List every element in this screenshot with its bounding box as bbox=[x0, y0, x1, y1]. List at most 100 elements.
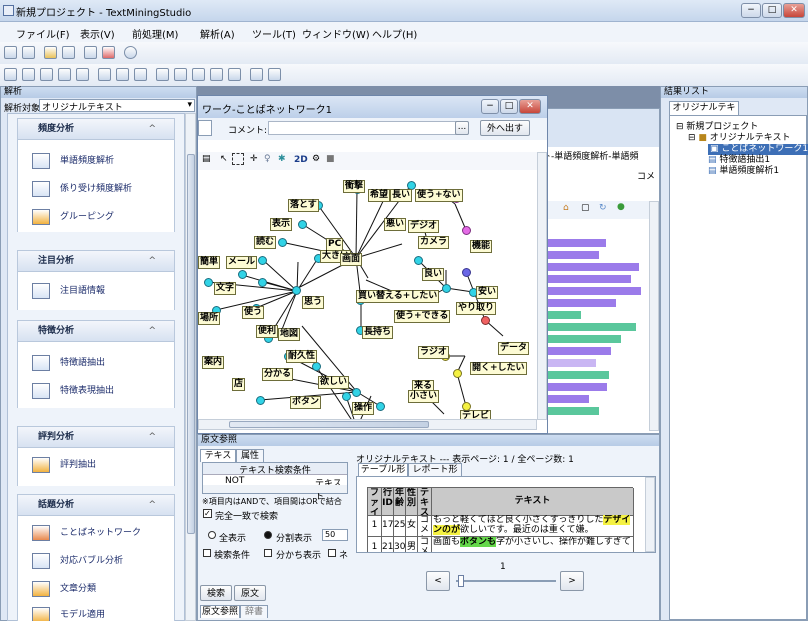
network-h-thumb[interactable] bbox=[229, 421, 429, 428]
collapse-icon[interactable]: ^ bbox=[148, 321, 156, 341]
home-icon[interactable]: ⌂ bbox=[563, 203, 569, 213]
network-node[interactable] bbox=[292, 286, 301, 295]
tool10-icon[interactable] bbox=[174, 68, 187, 81]
text-table-scrollbar[interactable] bbox=[645, 477, 655, 552]
tool9-icon[interactable] bbox=[156, 68, 169, 81]
exact-match-checkbox[interactable]: ✓ bbox=[203, 509, 212, 518]
import-icon[interactable] bbox=[62, 46, 75, 59]
group-frequency[interactable]: 頻度分析 ^ bbox=[17, 118, 175, 140]
network-v-scrollbar[interactable] bbox=[537, 152, 547, 420]
network-node[interactable] bbox=[481, 316, 490, 325]
network-node[interactable] bbox=[204, 278, 213, 287]
comment-more-button[interactable]: ... bbox=[455, 121, 469, 135]
stop-icon[interactable]: ■ bbox=[326, 154, 335, 164]
prev-page-button[interactable]: < bbox=[426, 571, 450, 591]
menu-preprocess[interactable]: 前処理(M) bbox=[132, 26, 178, 41]
tree-root[interactable]: ⊟ 新規プロジェクト bbox=[676, 122, 758, 133]
network-node[interactable] bbox=[342, 392, 351, 401]
network-node[interactable] bbox=[258, 278, 267, 287]
page-slider-thumb[interactable] bbox=[458, 575, 464, 587]
tool6-icon[interactable] bbox=[98, 68, 111, 81]
radio-all[interactable] bbox=[208, 531, 216, 539]
collapse-icon[interactable]: ^ bbox=[148, 427, 156, 447]
network-minimize-button[interactable]: − bbox=[481, 99, 499, 114]
tool5-icon[interactable] bbox=[76, 68, 89, 81]
pointer-icon[interactable]: ↖ bbox=[220, 154, 228, 164]
tool12-icon[interactable] bbox=[210, 68, 223, 81]
radio-split[interactable] bbox=[264, 531, 272, 539]
menu-help[interactable]: ヘルプ(H) bbox=[372, 26, 417, 41]
help-bulb-icon[interactable] bbox=[124, 46, 137, 59]
network-node[interactable] bbox=[376, 402, 385, 411]
tree-word-network[interactable]: ▣ ことばネットワーク1 bbox=[708, 144, 808, 155]
tool15-icon[interactable] bbox=[268, 68, 281, 81]
comment-input[interactable] bbox=[268, 121, 468, 135]
menu-file[interactable]: ファイル(F) bbox=[16, 26, 70, 41]
group-reputation[interactable]: 評判分析 ^ bbox=[17, 426, 175, 448]
group-attention[interactable]: 注目分析 ^ bbox=[17, 250, 175, 272]
dimension-2d-button[interactable]: 2D bbox=[294, 155, 308, 165]
tool2-icon[interactable] bbox=[22, 68, 35, 81]
menu-analysis[interactable]: 解析(A) bbox=[200, 26, 235, 41]
network-node[interactable] bbox=[278, 238, 287, 247]
analysis-scroll-thumb[interactable] bbox=[187, 154, 195, 534]
group-topic[interactable]: 話題分析 ^ bbox=[17, 494, 175, 516]
network-node[interactable] bbox=[442, 284, 451, 293]
collapse-icon[interactable]: ^ bbox=[148, 119, 156, 139]
pin-icon[interactable]: ♀ bbox=[264, 154, 271, 164]
view-tab-report[interactable]: レポート形式 bbox=[408, 463, 462, 488]
minimize-button[interactable]: − bbox=[741, 3, 761, 18]
network-node[interactable] bbox=[238, 270, 247, 279]
tool13-icon[interactable] bbox=[228, 68, 241, 81]
tool3-icon[interactable] bbox=[40, 68, 53, 81]
print-icon[interactable]: ▤ bbox=[202, 154, 211, 164]
move-icon[interactable]: ✛ bbox=[250, 154, 258, 164]
maximize-button[interactable]: □ bbox=[762, 3, 782, 18]
network-node[interactable] bbox=[453, 369, 462, 378]
tab-attribute[interactable]: 属性 bbox=[236, 449, 264, 462]
next-page-button[interactable]: > bbox=[560, 571, 584, 591]
analyze-icon[interactable] bbox=[44, 46, 57, 59]
search-button[interactable]: 検索 bbox=[200, 585, 232, 601]
tool8-icon[interactable] bbox=[134, 68, 147, 81]
split-count-input[interactable]: 50 bbox=[322, 529, 348, 541]
bottom-tab-original[interactable]: 原文参照 bbox=[200, 605, 240, 618]
report-icon[interactable] bbox=[102, 46, 115, 59]
cursor-icon[interactable]: ▢ bbox=[581, 203, 590, 213]
analysis-target-select[interactable]: オリジナルテキスト ▾ bbox=[39, 99, 195, 113]
network-node[interactable] bbox=[256, 396, 265, 405]
close-button[interactable]: ✕ bbox=[783, 3, 805, 18]
tool14-icon[interactable] bbox=[250, 68, 263, 81]
menu-window[interactable]: ウィンドウ(W) bbox=[302, 26, 370, 41]
network-node[interactable] bbox=[352, 388, 361, 397]
network-close-button[interactable]: ✕ bbox=[519, 99, 541, 114]
layout-icon[interactable]: ✱ bbox=[278, 154, 286, 164]
table-row[interactable]: 1 21 30 男 コメ 画面もボタンも字が小さいし、操作が難しすぎて bbox=[367, 537, 634, 552]
network-h-scrollbar[interactable] bbox=[198, 419, 537, 430]
tree-feature-word[interactable]: ▤ 特徴語抽出1 bbox=[708, 155, 770, 166]
frequency-scrollbar[interactable] bbox=[649, 201, 659, 431]
collapse-icon[interactable]: ^ bbox=[148, 495, 156, 515]
table-row[interactable]: 1 17 25 女 コメント もっと軽くてほど良く小さくすっきりしたデザインのが… bbox=[367, 515, 634, 537]
network-maximize-button[interactable]: □ bbox=[500, 99, 518, 114]
refresh-icon[interactable]: ↻ bbox=[599, 203, 607, 213]
dictionary-icon[interactable] bbox=[84, 46, 97, 59]
tab-text[interactable]: テキスト bbox=[200, 449, 236, 474]
tool11-icon[interactable] bbox=[192, 68, 205, 81]
export-button[interactable]: 外へ出す bbox=[480, 120, 530, 136]
tool7-icon[interactable] bbox=[116, 68, 129, 81]
tree-word-frequency[interactable]: ▤ 単語頻度解析1 bbox=[708, 166, 779, 177]
network-node[interactable] bbox=[414, 256, 423, 265]
network-node[interactable] bbox=[462, 268, 471, 277]
result-tab-original[interactable]: オリジナルテキスト bbox=[669, 101, 739, 126]
original-button[interactable]: 原文 bbox=[234, 585, 266, 601]
settings-icon[interactable]: ⚙ bbox=[312, 154, 320, 164]
select-rect-icon[interactable] bbox=[232, 153, 244, 165]
bottom-tab-dictionary[interactable]: 辞書 bbox=[240, 605, 268, 618]
tool4-icon[interactable] bbox=[58, 68, 71, 81]
condition-checkbox[interactable] bbox=[203, 549, 211, 557]
split-checkbox[interactable] bbox=[264, 549, 272, 557]
go-icon[interactable]: ● bbox=[617, 202, 625, 212]
network-node[interactable] bbox=[258, 256, 267, 265]
view-tab-table[interactable]: テーブル形式 bbox=[358, 463, 408, 488]
